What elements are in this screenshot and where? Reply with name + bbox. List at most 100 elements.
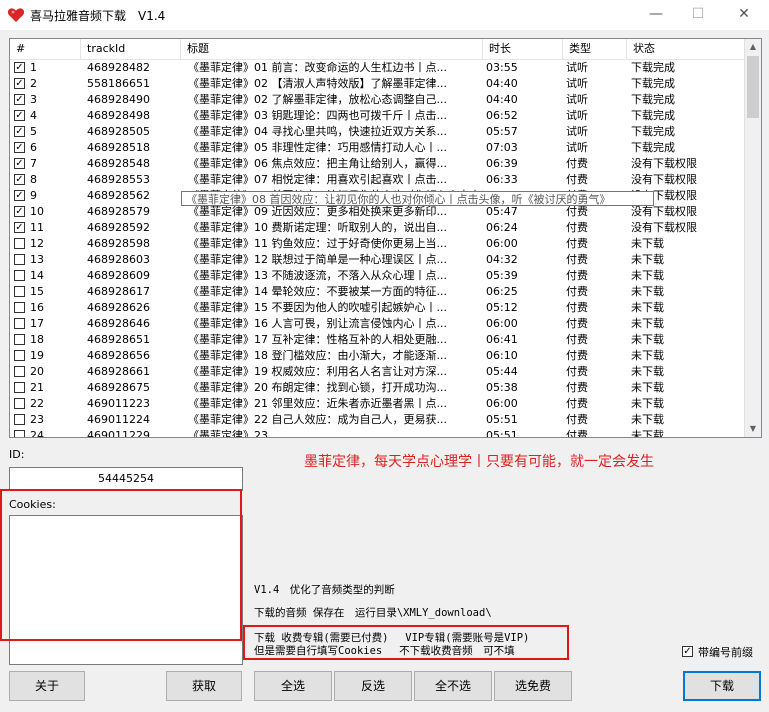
row-title: 《墨菲定律》17 互补定律：性格互补的人相处更融...	[188, 333, 447, 346]
table-row[interactable]: 22 469011223 《墨菲定律》21 邻里效应：近朱者赤近墨者黑丨点... 06…	[10, 396, 745, 412]
fetch-button[interactable]: 获取	[166, 671, 242, 701]
row-number: 7	[30, 157, 37, 170]
row-trackid: 468928626	[87, 301, 150, 314]
close-button[interactable]: ✕	[734, 5, 754, 23]
row-status: 下载完成	[631, 125, 675, 138]
row-checkbox[interactable]: ✓	[14, 126, 25, 137]
table-row[interactable]: ✓ 8 468928553 《墨菲定律》07 相悦定律：用喜欢引起喜欢丨点击... 06…	[10, 172, 745, 188]
row-checkbox[interactable]	[14, 302, 25, 313]
id-input[interactable]: 54445254	[9, 467, 243, 491]
row-title: 《墨菲定律》22 自己人效应：成为自己人，更易获...	[188, 413, 447, 426]
row-checkbox[interactable]	[14, 382, 25, 393]
row-checkbox[interactable]: ✓	[14, 94, 25, 105]
row-duration: 05:44	[486, 365, 518, 378]
header-number[interactable]: #	[10, 39, 81, 59]
scroll-up-arrow-icon[interactable]: ▲	[745, 39, 761, 55]
track-list[interactable]: # trackId 标题 时长 类型 状态 ✓ 1 468928482 《墨菲定律》0…	[9, 38, 762, 438]
header-title[interactable]: 标题	[181, 39, 483, 59]
row-status: 未下载	[631, 381, 664, 394]
vertical-scrollbar[interactable]: ▲ ▼	[744, 39, 761, 437]
table-row[interactable]: ✓ 6 468928518 《墨菲定律》05 非理性定律：巧用感情打动人心丨... 07…	[10, 140, 745, 156]
row-status: 未下载	[631, 413, 664, 426]
row-status: 下载完成	[631, 77, 675, 90]
table-row[interactable]: ✓ 1 468928482 《墨菲定律》01 前言：改变命运的人生杠边书丨点... 03…	[10, 60, 745, 76]
select-free-button[interactable]: 选免费	[494, 671, 572, 701]
row-checkbox[interactable]	[14, 366, 25, 377]
row-checkbox[interactable]	[14, 350, 25, 361]
invert-selection-button[interactable]: 反选	[334, 671, 412, 701]
table-row[interactable]: 12 468928598 《墨菲定律》11 钓鱼效应：过于好奇使你更易上当... 06…	[10, 236, 745, 252]
table-row[interactable]: 14 468928609 《墨菲定律》13 不随波逐流，不落入从众心理丨点... 05…	[10, 268, 745, 284]
row-number: 21	[30, 381, 44, 394]
table-row[interactable]: ✓ 5 468928505 《墨菲定律》04 寻找心里共鸣，快速拉近双方关系... 05…	[10, 124, 745, 140]
row-trackid: 468928562	[87, 189, 150, 202]
table-row[interactable]: 24 469011229 《墨菲定律》23 ... 05:51 付费 未下载	[10, 428, 745, 437]
window-title: 喜马拉雅音频下载 V1.4	[30, 9, 166, 23]
table-row[interactable]: 23 469011224 《墨菲定律》22 自己人效应：成为自己人，更易获... 05…	[10, 412, 745, 428]
row-checkbox[interactable]	[14, 414, 25, 425]
row-trackid: 468928490	[87, 93, 150, 106]
header-duration[interactable]: 时长	[483, 39, 563, 59]
table-row[interactable]: 19 468928656 《墨菲定律》18 登门槛效应：由小渐大，才能逐渐... 06…	[10, 348, 745, 364]
table-row[interactable]: ✓ 4 468928498 《墨菲定律》03 钥匙理论：四两也可拨千斤丨点击... 06…	[10, 108, 745, 124]
row-checkbox[interactable]: ✓	[14, 158, 25, 169]
table-row[interactable]: 17 468928646 《墨菲定律》16 人言可畏，别让流言侵蚀内心丨点... 06…	[10, 316, 745, 332]
row-title: 《墨菲定律》03 钥匙理论：四两也可拨千斤丨点击...	[188, 109, 447, 122]
row-type: 付费	[566, 237, 588, 250]
row-trackid: 468928656	[87, 349, 150, 362]
row-duration: 06:33	[486, 173, 518, 186]
row-checkbox[interactable]	[14, 238, 25, 249]
table-row[interactable]: 16 468928626 《墨菲定律》15 不要因为他人的吹嘘引起嫉妒心丨... 05…	[10, 300, 745, 316]
row-checkbox[interactable]: ✓	[14, 222, 25, 233]
minimize-button[interactable]: —	[646, 5, 666, 23]
table-row[interactable]: ✓ 11 468928592 《墨菲定律》10 费斯诺定理：听取别人的，说出自... 0…	[10, 220, 745, 236]
row-number: 16	[30, 301, 44, 314]
row-type: 付费	[566, 221, 588, 234]
select-all-button[interactable]: 全选	[254, 671, 332, 701]
table-row[interactable]: ✓ 2 558186651 《墨菲定律》02 【清淑人声特效版】了解墨菲定律... 04…	[10, 76, 745, 92]
row-checkbox[interactable]	[14, 430, 25, 437]
scroll-down-arrow-icon[interactable]: ▼	[745, 421, 761, 437]
header-status[interactable]: 状态	[627, 39, 745, 59]
header-type[interactable]: 类型	[563, 39, 627, 59]
row-duration: 06:00	[486, 237, 518, 250]
row-checkbox[interactable]	[14, 318, 25, 329]
table-row[interactable]: ✓ 3 468928490 《墨菲定律》02 了解墨菲定律，放松心态调整自己... 04…	[10, 92, 745, 108]
row-checkbox[interactable]: ✓	[14, 190, 25, 201]
maximize-button[interactable]: ☐	[688, 5, 708, 23]
row-trackid: 468928592	[87, 221, 150, 234]
row-type: 付费	[566, 365, 588, 378]
select-none-button[interactable]: 全不选	[414, 671, 492, 701]
row-checkbox[interactable]	[14, 398, 25, 409]
row-checkbox[interactable]: ✓	[14, 78, 25, 89]
table-row[interactable]: 21 468928675 《墨菲定律》20 布朗定律：找到心锁，打开成功沟... 05…	[10, 380, 745, 396]
row-checkbox[interactable]: ✓	[14, 62, 25, 73]
row-checkbox[interactable]	[14, 334, 25, 345]
row-type: 付费	[566, 397, 588, 410]
row-duration: 04:32	[486, 253, 518, 266]
scroll-thumb[interactable]	[747, 56, 759, 118]
row-checkbox[interactable]: ✓	[14, 174, 25, 185]
row-checkbox[interactable]	[14, 270, 25, 281]
prefix-check-icon[interactable]: ✓	[682, 646, 693, 657]
header-trackid[interactable]: trackId	[81, 39, 181, 59]
row-checkbox[interactable]	[14, 254, 25, 265]
table-row[interactable]: 18 468928651 《墨菲定律》17 互补定律：性格互补的人相处更融... 06…	[10, 332, 745, 348]
table-row[interactable]: 20 468928661 《墨菲定律》19 权威效应：利用名人名言让对方深... 05…	[10, 364, 745, 380]
table-row[interactable]: ✓ 7 468928548 《墨菲定律》06 焦点效应：把主角让给别人，赢得... 06…	[10, 156, 745, 172]
table-row[interactable]: 13 468928603 《墨菲定律》12 联想过于简单是一种心理误区丨点... 04…	[10, 252, 745, 268]
row-trackid: 468928505	[87, 125, 150, 138]
row-type: 付费	[566, 285, 588, 298]
row-checkbox[interactable]	[14, 286, 25, 297]
row-title: 《墨菲定律》19 权威效应：利用名人名言让对方深...	[188, 365, 447, 378]
row-duration: 05:51	[486, 429, 518, 437]
row-checkbox[interactable]: ✓	[14, 206, 25, 217]
table-row[interactable]: 15 468928617 《墨菲定律》14 晕轮效应：不要被某一方面的特征... 06…	[10, 284, 745, 300]
number-prefix-checkbox[interactable]: ✓ 带编号前缀	[682, 644, 764, 660]
table-row[interactable]: ✓ 10 468928579 《墨菲定律》09 近因效应：更多相处换来更多新印... 0…	[10, 204, 745, 220]
row-checkbox[interactable]: ✓	[14, 142, 25, 153]
row-checkbox[interactable]: ✓	[14, 110, 25, 121]
row-title: 《墨菲定律》15 不要因为他人的吹嘘引起嫉妒心丨...	[188, 301, 447, 314]
about-button[interactable]: 关于	[9, 671, 85, 701]
download-button[interactable]: 下载	[683, 671, 761, 701]
